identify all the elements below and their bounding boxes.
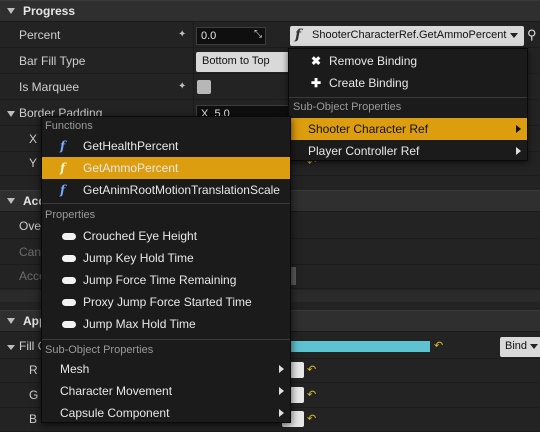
function-icon: f	[60, 161, 66, 175]
property-pill-icon	[62, 320, 76, 328]
menu-item-get-health-percent[interactable]: f GetHealthPercent	[42, 135, 290, 157]
menu-item-get-anim-root-motion[interactable]: f GetAnimRootMotionTranslationScale	[42, 179, 290, 201]
progress-section-header[interactable]: Progress	[0, 0, 540, 22]
sub-object-header: Sub-Object Properties	[45, 344, 154, 356]
function-icon: f	[60, 139, 66, 153]
menu-item-capsule-component[interactable]: Capsule Component	[42, 402, 290, 422]
function-icon: f	[60, 183, 66, 197]
reset-arrow-icon[interactable]: ↶	[307, 412, 316, 425]
menu-item-shooter-character-ref[interactable]: Shooter Character Ref	[289, 118, 527, 140]
menu-separator	[42, 339, 290, 340]
reset-arrow-icon[interactable]: ↶	[434, 339, 443, 352]
is-marquee-label: Is Marquee	[19, 80, 80, 94]
percent-row: Percent ✦ 0.0 ⤡ f ShooterCharacterRef.Ge…	[0, 23, 540, 48]
property-pill-icon	[62, 254, 76, 262]
can-label: Can	[19, 245, 42, 259]
chevron-right-icon	[516, 147, 521, 155]
chevron-right-icon	[516, 125, 521, 133]
remove-binding-item[interactable]: ✖ Remove Binding	[289, 50, 527, 72]
search-icon[interactable]: ⚲	[527, 27, 537, 43]
property-pill-icon	[62, 298, 76, 306]
plus-icon: ✚	[310, 76, 322, 90]
expand-icon: ⤡	[254, 29, 262, 40]
sub-object-header: Sub-Object Properties	[293, 101, 402, 113]
menu-item-player-controller-ref[interactable]: Player Controller Ref	[289, 140, 527, 162]
fill-color-swatch[interactable]	[288, 341, 430, 352]
r-label: R	[29, 363, 38, 377]
menu-item-property[interactable]: Proxy Jump Force Started Time	[42, 291, 290, 313]
collapse-caret-icon[interactable]	[7, 8, 15, 14]
function-icon: f	[295, 27, 302, 43]
functions-header: Functions	[45, 120, 93, 132]
bar-fill-type-label: Bar Fill Type	[19, 54, 86, 68]
reset-arrow-icon[interactable]: ↶	[307, 363, 316, 376]
function-menu: Functions f GetHealthPercent f GetAmmoPerc…	[41, 116, 291, 423]
menu-item-property[interactable]: Crouched Eye Height	[42, 225, 290, 247]
menu-item-get-ammo-percent[interactable]: f GetAmmoPercent	[42, 157, 290, 179]
binding-dropdown[interactable]: f ShooterCharacterRef.GetAmmoPercent	[290, 26, 524, 46]
menu-item-property[interactable]: Jump Key Hold Time	[42, 247, 290, 269]
pin-icon[interactable]: ✦	[178, 81, 186, 92]
chevron-right-icon	[279, 387, 284, 395]
menu-item-mesh[interactable]: Mesh	[42, 358, 290, 380]
bar-fill-type-dropdown[interactable]: Bottom to Top	[196, 52, 296, 72]
properties-header: Properties	[45, 209, 96, 221]
percent-label: Percent	[19, 28, 61, 42]
collapse-caret-icon[interactable]	[7, 106, 15, 120]
create-binding-item[interactable]: ✚ Create Binding	[289, 72, 527, 94]
bind-dropdown[interactable]: Bind	[500, 337, 540, 357]
menu-item-property[interactable]: Jump Max Hold Time	[42, 313, 290, 335]
b-label: B	[29, 412, 38, 426]
chevron-down-icon	[530, 344, 538, 349]
chevron-right-icon	[279, 409, 284, 417]
section-title: Progress	[23, 4, 76, 18]
chevron-down-icon	[510, 33, 518, 38]
menu-item-property[interactable]: Jump Force Time Remaining	[42, 269, 290, 291]
chevron-right-icon	[279, 365, 284, 373]
reset-arrow-icon[interactable]: ↶	[307, 388, 316, 401]
pin-icon[interactable]: ✦	[178, 29, 186, 40]
property-pill-icon	[62, 232, 76, 240]
g-label: G	[29, 388, 39, 402]
is-marquee-checkbox[interactable]	[197, 80, 211, 94]
y-label: Y	[29, 156, 38, 170]
menu-separator	[42, 203, 290, 204]
property-pill-icon	[62, 276, 76, 284]
menu-item-character-movement[interactable]: Character Movement	[42, 380, 290, 402]
x-label: X	[29, 132, 38, 146]
menu-separator	[289, 97, 527, 98]
binding-menu: ✖ Remove Binding ✚ Create Binding Sub-Ob…	[288, 48, 528, 161]
close-icon: ✖	[310, 54, 322, 68]
percent-input[interactable]: 0.0 ⤡	[196, 27, 266, 45]
